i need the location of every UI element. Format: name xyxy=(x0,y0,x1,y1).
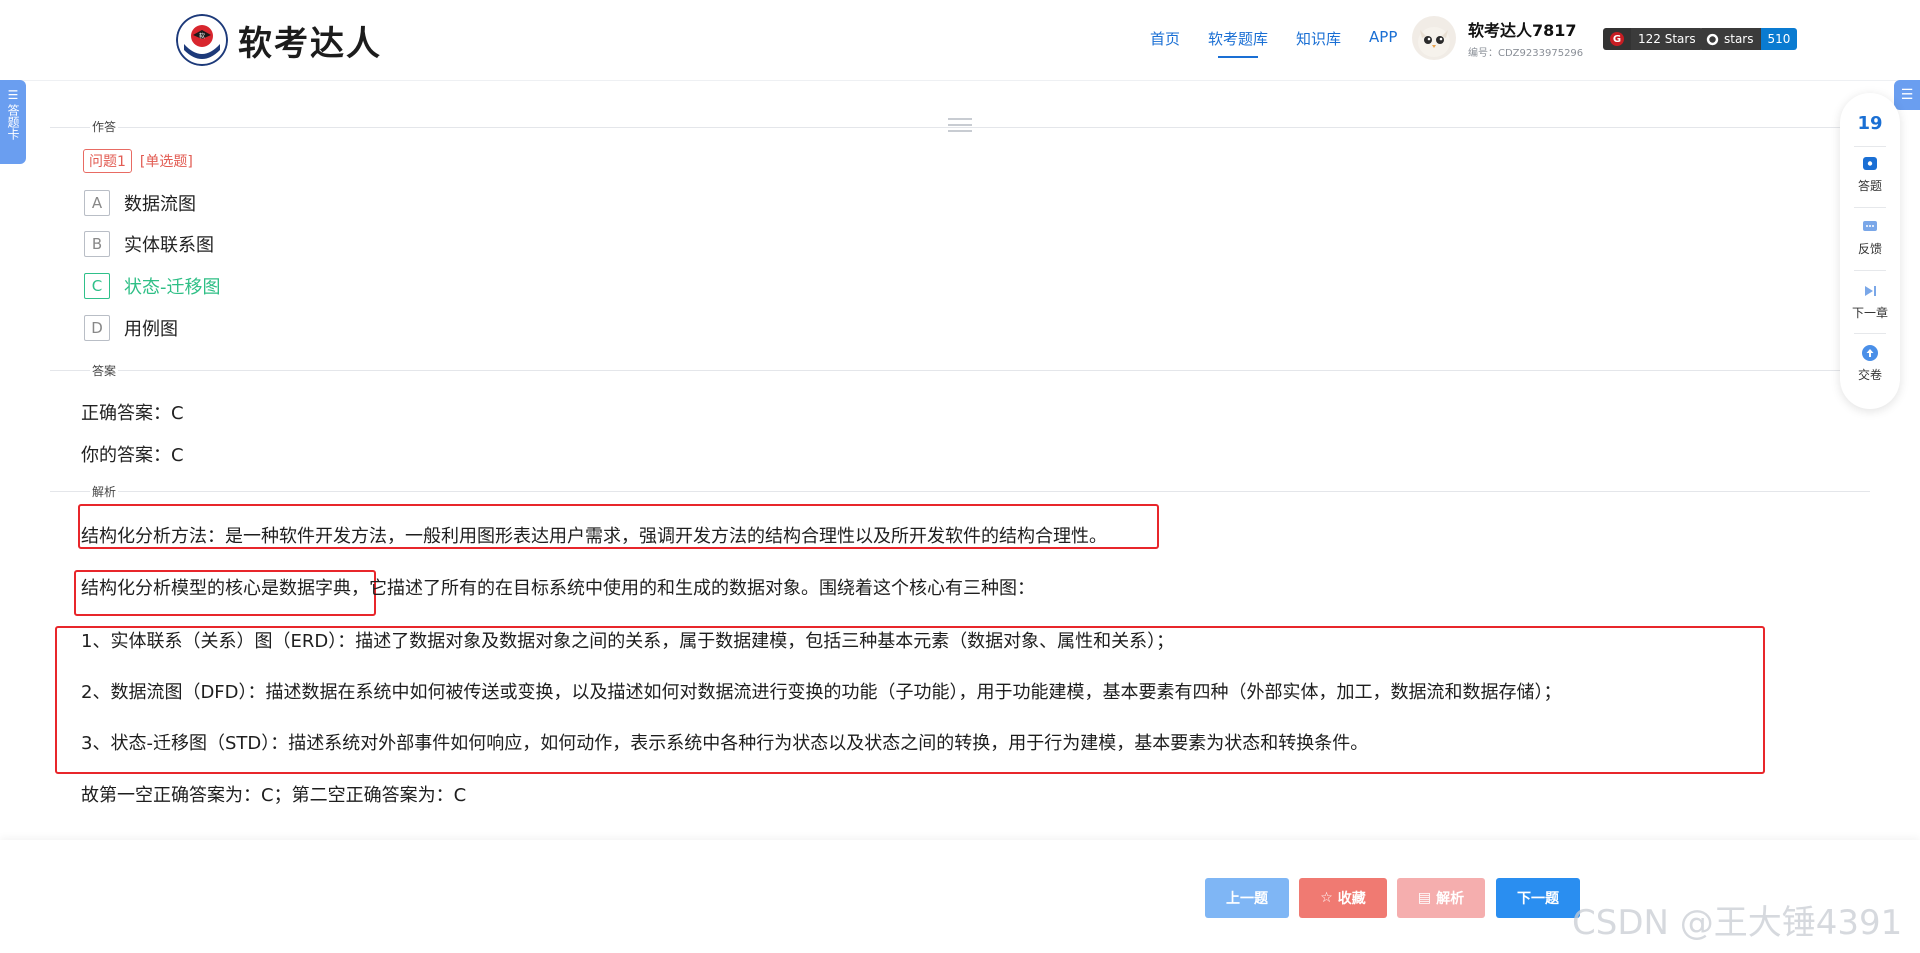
prev-question-button[interactable]: 上一题 xyxy=(1205,878,1289,918)
gitee-stars-badge[interactable]: G 122 Stars xyxy=(1603,28,1703,50)
question-tags: 问题1 [单选题] xyxy=(83,149,195,173)
analysis-section-divider xyxy=(50,491,1870,492)
option-a[interactable]: A 数据流图 xyxy=(84,190,196,216)
gitee-stars-count: 122 Stars xyxy=(1631,28,1703,50)
analysis-core-highlight: 结构化分析模型的核心是数据字典， xyxy=(81,578,369,599)
result-section-divider xyxy=(50,370,1870,371)
drag-handle-icon[interactable] xyxy=(948,118,972,134)
answer-card-label: 答题卡 xyxy=(6,104,20,140)
question-count: 19 xyxy=(1857,113,1883,134)
submit-paper-button[interactable]: 交卷 xyxy=(1840,344,1900,383)
option-b[interactable]: B 实体联系图 xyxy=(84,231,214,257)
user-name: 软考达人7817 xyxy=(1468,21,1577,40)
star-icon: ☆ xyxy=(1320,890,1333,906)
analysis-conclusion: 故第一空正确答案为：C；第二空正确答案为：C xyxy=(81,785,467,806)
gitee-icon: G xyxy=(1610,32,1624,46)
analysis-paragraph-1: 结构化分析方法：是一种软件开发方法，一般利用图形表达用户需求，强调开发方法的结构… xyxy=(81,526,1107,547)
feedback-icon xyxy=(1863,221,1877,231)
menu-icon: ☰ xyxy=(7,88,19,102)
correct-answer: 正确答案：C xyxy=(81,403,184,424)
option-text: 实体联系图 xyxy=(124,235,214,256)
nav-knowledge-base[interactable]: 知识库 xyxy=(1296,28,1341,49)
feedback-button[interactable]: 反馈 xyxy=(1840,218,1900,257)
analysis-section-title: 解析 xyxy=(90,483,119,500)
analysis-paragraph-2: 结构化分析模型的核心是数据字典，它描述了所有的在目标系统中使用的和生成的数据对象… xyxy=(81,574,1035,600)
analysis-item-std: 3、状态-迁移图（STD）：描述系统对外部事件如何响应，如何动作，表示系统中各种… xyxy=(81,733,1369,754)
skip-next-icon xyxy=(1865,286,1876,296)
csdn-watermark: CSDN @王大锤4391 xyxy=(1572,903,1903,943)
panel-divider xyxy=(1854,333,1886,334)
github-stars-label: stars xyxy=(1724,32,1754,46)
github-stars-count: 510 xyxy=(1760,28,1798,50)
answer-sheet-label: 答题 xyxy=(1857,179,1882,193)
panel-divider xyxy=(1854,270,1886,271)
analysis-label: 解析 xyxy=(1436,891,1465,907)
option-text: 用例图 xyxy=(124,319,178,340)
next-chapter-button[interactable]: 下一章 xyxy=(1840,282,1900,321)
next-chapter-label: 下一章 xyxy=(1851,306,1888,320)
feedback-label: 反馈 xyxy=(1857,242,1882,256)
user-profile[interactable]: 软考达人7817 编号：CDZ9233975296 xyxy=(1412,16,1583,60)
svg-text:软: 软 xyxy=(199,32,205,40)
logo-text: 软考达人 xyxy=(238,23,382,64)
option-letter: C xyxy=(84,273,110,299)
analysis-core-rest: 它描述了所有的在目标系统中使用的和生成的数据对象。围绕着这个核心有三种图： xyxy=(369,578,1035,599)
analysis-button[interactable]: ▤ 解析 xyxy=(1397,878,1485,918)
option-letter: B xyxy=(84,231,110,257)
submit-paper-label: 交卷 xyxy=(1857,368,1882,382)
avatar[interactable] xyxy=(1412,16,1456,60)
site-logo[interactable]: 软 软考达人 xyxy=(176,14,382,66)
question-number-tag: 问题1 xyxy=(83,149,132,173)
answer-icon xyxy=(1863,157,1877,170)
option-text: 数据流图 xyxy=(124,194,196,215)
result-section-title: 答案 xyxy=(90,362,119,379)
document-icon: ▤ xyxy=(1417,890,1432,906)
question-type-tag: [单选题] xyxy=(139,154,193,170)
main-nav: 首页 软考题库 知识库 APP xyxy=(1150,28,1425,58)
nav-question-bank[interactable]: 软考题库 xyxy=(1208,28,1268,58)
answer-card-tab[interactable]: ☰ 答题卡 xyxy=(0,80,26,164)
user-id: 编号：CDZ9233975296 xyxy=(1468,48,1584,59)
panel-divider xyxy=(1854,207,1886,208)
upload-icon xyxy=(1862,345,1878,361)
owl-avatar-icon xyxy=(1418,27,1450,57)
option-letter: A xyxy=(84,190,110,216)
analysis-item-dfd: 2、数据流图（DFD）：描述数据在系统中如何被传送或变换，以及描述如何对数据流进… xyxy=(81,682,1562,703)
nav-home[interactable]: 首页 xyxy=(1150,28,1180,49)
option-letter: D xyxy=(84,315,110,341)
favorite-button[interactable]: ☆ 收藏 xyxy=(1299,878,1387,918)
answer-section-title: 作答 xyxy=(90,118,119,135)
option-d[interactable]: D 用例图 xyxy=(84,315,178,341)
analysis-item-erd: 1、实体联系（关系）图（ERD）：描述了数据对象及数据对象之间的关系，属于数据建… xyxy=(81,631,1175,652)
top-header: 软 软考达人 首页 软考题库 知识库 APP 软考达人7817 编号：CDZ92… xyxy=(0,0,1920,81)
next-question-button[interactable]: 下一题 xyxy=(1496,878,1580,918)
option-c[interactable]: C 状态-迁移图 xyxy=(84,273,221,299)
floating-tool-panel: 19 答题 反馈 下一章 交卷 xyxy=(1840,93,1900,409)
logo-emblem-icon: 软 xyxy=(176,14,228,66)
next-question-label: 下一题 xyxy=(1517,891,1559,907)
your-answer: 你的答案：C xyxy=(81,445,184,466)
github-icon xyxy=(1706,33,1719,45)
option-text: 状态-迁移图 xyxy=(124,277,221,298)
github-stars-badge[interactable]: stars 510 xyxy=(1699,28,1798,50)
favorite-label: 收藏 xyxy=(1337,891,1366,907)
panel-divider xyxy=(1854,146,1886,147)
prev-question-label: 上一题 xyxy=(1226,891,1268,907)
right-menu-icon[interactable]: ☰ xyxy=(1894,80,1920,110)
answer-sheet-button[interactable]: 答题 xyxy=(1840,155,1900,194)
nav-app[interactable]: APP xyxy=(1369,28,1397,49)
